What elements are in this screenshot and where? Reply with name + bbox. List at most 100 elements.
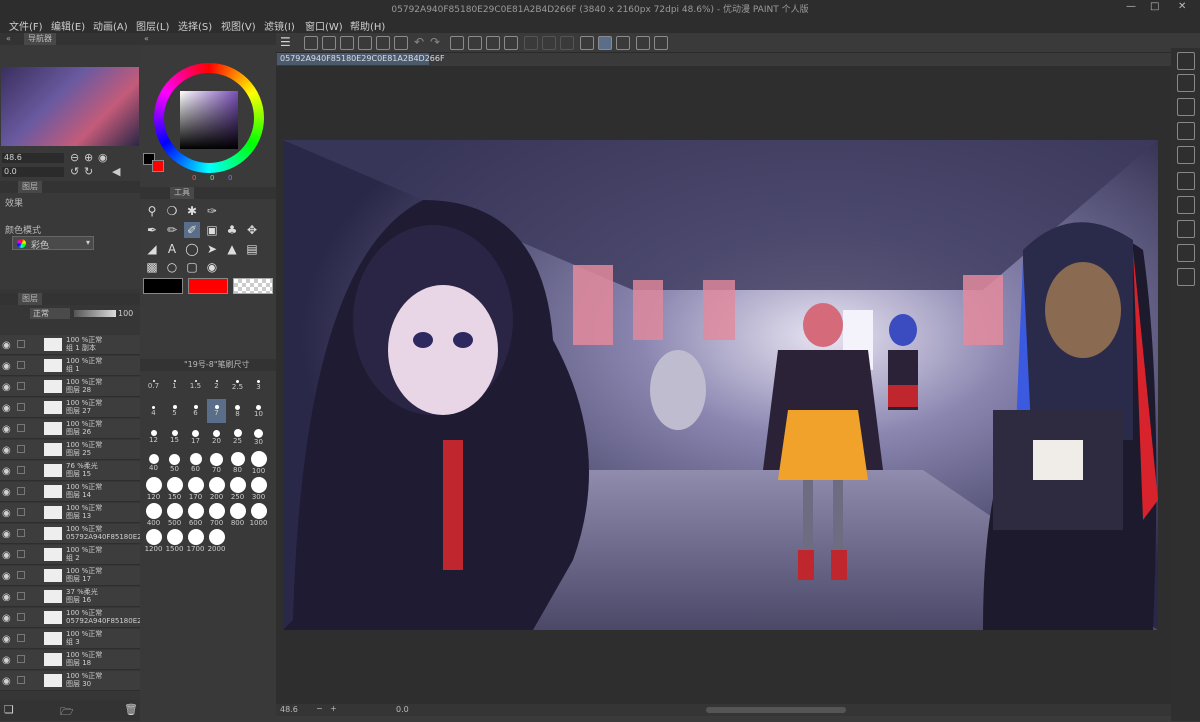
brush-size-cell[interactable]: 170 xyxy=(186,477,205,501)
balloon-tool-icon[interactable]: ◯ xyxy=(184,241,200,257)
close-icon[interactable]: ✕ xyxy=(1178,1,1186,12)
menu-file[interactable]: 文件(F) xyxy=(9,18,43,33)
eye-icon[interactable]: ◉ xyxy=(2,550,11,561)
document-tab[interactable]: 05792A940F85180E29C0E81A2B4D266F ✕ xyxy=(277,53,445,75)
layer-lock-checkbox[interactable] xyxy=(17,571,25,579)
gradient-tool-icon[interactable]: ▤ xyxy=(244,241,260,257)
layer-row[interactable]: ◉ 100 %正常 图层 25 xyxy=(0,440,140,460)
eye-icon[interactable]: ◉ xyxy=(2,361,11,372)
export-icon[interactable] xyxy=(358,36,372,50)
menu-help[interactable]: 帮助(H) xyxy=(350,18,385,33)
zoom-field[interactable]: 48.6 xyxy=(2,153,64,163)
eye-icon[interactable]: ◉ xyxy=(2,508,11,519)
ruler-tool-icon[interactable]: ◢ xyxy=(144,241,160,257)
help-icon[interactable] xyxy=(654,36,668,50)
layer-tab[interactable]: 图层 xyxy=(18,293,42,305)
brush-size-cell[interactable]: 2000 xyxy=(207,529,226,553)
eye-icon[interactable]: ◉ xyxy=(2,592,11,603)
brush-size-cell[interactable]: 2.5 xyxy=(228,373,247,397)
crop-icon[interactable] xyxy=(560,36,574,50)
maximize-icon[interactable]: □ xyxy=(1150,1,1159,12)
layer-row[interactable]: ◉ 100 %正常 图层 14 xyxy=(0,482,140,502)
status-zoom-out-icon[interactable]: − xyxy=(316,704,323,713)
angle-field[interactable]: 0.0 xyxy=(2,167,64,177)
layer-lock-checkbox[interactable] xyxy=(17,340,25,348)
eye-icon[interactable]: ◉ xyxy=(2,445,11,456)
collapse-icon[interactable]: « xyxy=(144,33,149,45)
brush-size-cell[interactable]: 70 xyxy=(207,451,226,475)
layer-lock-checkbox[interactable] xyxy=(17,634,25,642)
layer-property-tab[interactable]: 图层 xyxy=(18,181,42,193)
layer-lock-checkbox[interactable] xyxy=(17,361,25,369)
fill-icon[interactable] xyxy=(486,36,500,50)
history-icon[interactable] xyxy=(1177,146,1195,164)
brush-size-cell[interactable]: 1700 xyxy=(186,529,205,553)
layer-row[interactable]: ◉ 100 %正常组 3 xyxy=(0,629,140,649)
rotate-left-icon[interactable]: ↺ xyxy=(70,165,79,178)
layer-row[interactable]: ◉ 100 %正常 图层 30 xyxy=(0,671,140,691)
brush-size-cell[interactable]: 20 xyxy=(207,425,226,449)
layer-lock-checkbox[interactable] xyxy=(17,403,25,411)
brush-size-cell[interactable]: 250 xyxy=(228,477,247,501)
artwork-canvas[interactable] xyxy=(283,140,1158,630)
brush-size-cell[interactable]: 17 xyxy=(186,425,205,449)
layer-row[interactable]: ◉ 100 %正常 图层 18 xyxy=(0,650,140,670)
material-icon[interactable] xyxy=(1177,74,1195,92)
settings-icon[interactable] xyxy=(636,36,650,50)
brush-size-cell[interactable]: 50 xyxy=(165,451,184,475)
brush-size-cell[interactable]: 7 xyxy=(207,399,226,423)
brush-size-cell[interactable]: 100 xyxy=(249,451,268,475)
frame-tool-icon[interactable]: ▢ xyxy=(184,259,200,275)
brush-size-cell[interactable]: 0.7 xyxy=(144,373,163,397)
brush-size-cell[interactable]: 2 xyxy=(207,373,226,397)
eye-icon[interactable]: ◉ xyxy=(2,340,11,351)
pen-tool-icon[interactable]: ✒ xyxy=(144,222,160,238)
brush-size-cell[interactable]: 8 xyxy=(228,399,247,423)
main-color-swatch[interactable] xyxy=(143,278,183,294)
brush-size-cell[interactable]: 25 xyxy=(228,425,247,449)
brush-size-cell[interactable]: 800 xyxy=(228,503,247,527)
layer-lock-checkbox[interactable] xyxy=(17,676,25,684)
grid-icon[interactable] xyxy=(1177,244,1195,262)
brush-size-cell[interactable]: 40 xyxy=(144,451,163,475)
brush-size-cell[interactable]: 30 xyxy=(249,425,268,449)
menu-icon[interactable]: ☰ xyxy=(280,35,291,49)
status-angle[interactable]: 0.0 xyxy=(396,705,409,714)
menu-edit[interactable]: 编辑(E) xyxy=(51,18,85,33)
delete-icon[interactable] xyxy=(1177,98,1195,116)
brush-size-cell[interactable]: 60 xyxy=(186,451,205,475)
trash-icon[interactable]: 🗑 xyxy=(124,703,138,716)
fill-tool-icon[interactable]: ▲ xyxy=(224,241,240,257)
layer-lock-checkbox[interactable] xyxy=(17,529,25,537)
eye-icon[interactable]: ◉ xyxy=(2,655,11,666)
menu-animation[interactable]: 动画(A) xyxy=(93,18,128,33)
magic-wand-icon[interactable]: ✱ xyxy=(184,203,200,219)
opacity-value[interactable]: 100 xyxy=(118,309,133,318)
brush-tool-icon[interactable]: ✐ xyxy=(184,222,200,238)
circle-tool-icon[interactable]: ○ xyxy=(164,259,180,275)
import-icon[interactable] xyxy=(1177,268,1195,286)
layer-row[interactable]: ◉ 100 %正常 图层 28 xyxy=(0,377,140,397)
eye-icon[interactable]: ◉ xyxy=(2,424,11,435)
eye-icon[interactable]: ◉ xyxy=(2,571,11,582)
sub-color-swatch[interactable] xyxy=(188,278,228,294)
brush-size-cell[interactable]: 400 xyxy=(144,503,163,527)
minimize-icon[interactable]: — xyxy=(1126,1,1136,12)
folder-icon[interactable] xyxy=(1177,172,1195,190)
layer-icon[interactable] xyxy=(1177,196,1195,214)
text-tool-icon[interactable]: A xyxy=(164,241,180,257)
layer-lock-checkbox[interactable] xyxy=(17,487,25,495)
eye-icon[interactable]: ◉ xyxy=(2,529,11,540)
select-tool-icon[interactable] xyxy=(524,36,538,50)
new-layer-icon[interactable]: ❏ xyxy=(4,703,14,716)
opacity-slider[interactable] xyxy=(74,310,116,317)
invert-icon[interactable] xyxy=(542,36,556,50)
brush-size-cell[interactable]: 500 xyxy=(165,503,184,527)
eye-icon[interactable]: ◉ xyxy=(2,676,11,687)
layer-lock-checkbox[interactable] xyxy=(17,445,25,453)
stamp-tool-icon[interactable]: ▩ xyxy=(144,259,160,275)
layer-lock-checkbox[interactable] xyxy=(17,655,25,663)
eye-icon[interactable]: ◉ xyxy=(2,466,11,477)
layer-row[interactable]: ◉ 100 %正常05792A940F85180E29C xyxy=(0,608,140,628)
zoom-in-icon[interactable]: ⊕ xyxy=(84,151,93,164)
